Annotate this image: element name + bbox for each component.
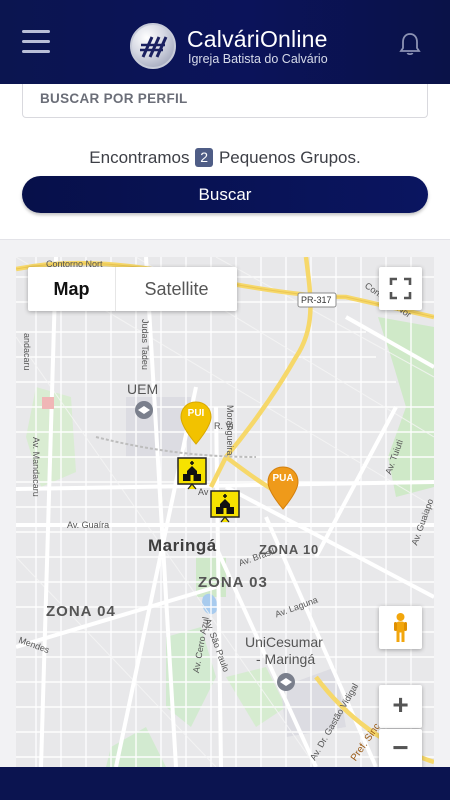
search-panel: BUSCAR POR PERFIL Encontramos 2 Pequenos… <box>0 84 450 240</box>
map-pin-orange[interactable]: PUA <box>266 465 300 511</box>
map-type-satellite-button[interactable]: Satellite <box>116 267 237 311</box>
map-label-pr317: PR-317 <box>301 295 332 305</box>
map-pin-yellow-label: PUI <box>187 408 205 419</box>
fullscreen-icon[interactable] <box>379 267 422 310</box>
app-header: CalváriOnline Igreja Batista do Calvário <box>0 0 450 84</box>
map-label-unicesumar-2: - Maringá <box>256 651 316 667</box>
app-screen: CalváriOnline Igreja Batista do Calvário… <box>0 0 450 800</box>
app-subtitle: Igreja Batista do Calvário <box>188 52 328 66</box>
results-prefix: Encontramos <box>89 148 190 167</box>
pegman-icon[interactable] <box>379 606 422 649</box>
map-pin-orange-label: PUA <box>272 473 294 484</box>
map-label-av-guaira: Av. Guaíra <box>67 520 110 530</box>
map-label-city: Maringá <box>148 536 217 555</box>
app-title: CalváriOnline <box>187 26 328 52</box>
map-label-uem: UEM <box>127 381 159 397</box>
search-button[interactable]: Buscar <box>22 176 428 213</box>
brand-logo <box>130 23 176 69</box>
results-summary: Encontramos 2 Pequenos Grupos. <box>0 148 450 168</box>
map-label-judas: Judas Tadeu <box>140 319 150 370</box>
map-label-av-mandacaru: Av. Mandacaru <box>31 437 41 497</box>
bell-icon[interactable] <box>398 31 422 57</box>
map-label-mandacaru-top: andacaru <box>22 333 32 371</box>
map-view[interactable]: Contorno Nort Contorno Nor PR-317 andaca… <box>16 257 434 767</box>
church-icon[interactable] <box>210 490 240 524</box>
zoom-out-label: − <box>392 732 409 763</box>
map-label-zona03: ZONA 03 <box>198 574 268 591</box>
map-label-unicesumar: UniCesumar <box>245 634 323 650</box>
bottom-bar <box>0 767 450 800</box>
profile-search-field[interactable]: BUSCAR POR PERFIL <box>22 84 428 118</box>
results-suffix: Pequenos Grupos. <box>218 148 361 167</box>
map-label-zona04: ZONA 04 <box>46 603 116 620</box>
map-type-map-button[interactable]: Map <box>28 267 116 311</box>
zoom-in-label: + <box>392 689 409 720</box>
zoom-in-button[interactable]: + <box>379 685 422 728</box>
map-label-r-vi: R. Vi <box>214 421 234 431</box>
zoom-out-button[interactable]: − <box>379 729 422 767</box>
map-pin-yellow[interactable]: PUI <box>179 400 213 446</box>
menu-icon[interactable] <box>22 30 52 54</box>
map-type-control: Map Satellite <box>28 267 237 311</box>
results-count-badge: 2 <box>195 148 214 167</box>
church-icon[interactable] <box>177 457 207 491</box>
